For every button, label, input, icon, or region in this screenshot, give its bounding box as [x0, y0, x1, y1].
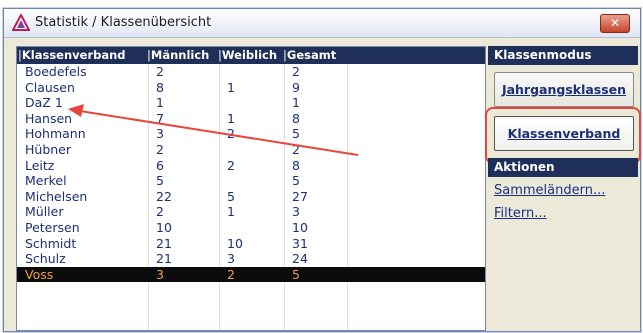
statistik-window: Statistik / Klassenübersicht ✕ Klassenve… — [3, 8, 641, 332]
statistics-table[interactable]: Klassenverband Männlich Weiblich Gesamt … — [16, 46, 486, 331]
cell-gesamt: 1 — [292, 95, 300, 111]
close-button[interactable]: ✕ — [600, 14, 630, 33]
table-row-selected[interactable]: Voss 3 2 5 — [17, 266, 485, 283]
cell-weiblich: 1 — [227, 204, 235, 220]
cell-maennlich: 22 — [156, 188, 172, 204]
cell-weiblich: 2 — [227, 266, 235, 282]
cell-klassenverband: Hansen — [25, 110, 73, 126]
column-header-maennlich[interactable]: Männlich — [147, 48, 209, 62]
cell-klassenverband: Hohmann — [25, 126, 86, 142]
mode-section-header: Klassenmodus — [488, 46, 638, 65]
table-row[interactable]: Leitz 6 2 8 — [17, 158, 485, 174]
table-row[interactable]: DaZ 1 1 1 — [17, 95, 485, 111]
table-body: Boedefels 2 2 Clausen 8 1 9 DaZ 1 1 1 Hansen 7 1 8 Hoh… — [17, 64, 485, 283]
cell-weiblich: 5 — [227, 188, 235, 204]
table-row[interactable]: Merkel 5 5 — [17, 173, 485, 189]
table-row[interactable]: Schulz 21 3 24 — [17, 251, 485, 267]
cell-weiblich: 10 — [227, 235, 243, 251]
cell-maennlich: 10 — [156, 219, 172, 235]
cell-maennlich: 21 — [156, 251, 172, 267]
cell-maennlich: 2 — [156, 64, 164, 79]
cell-gesamt: 8 — [292, 157, 300, 173]
cell-maennlich: 3 — [156, 126, 164, 142]
cell-maennlich: 1 — [156, 95, 164, 111]
cell-gesamt: 2 — [292, 141, 300, 157]
filtern-link[interactable]: Filtern... — [494, 206, 547, 221]
column-header-weiblich[interactable]: Weiblich — [218, 48, 277, 62]
cell-maennlich: 5 — [156, 173, 164, 189]
cell-weiblich: 3 — [227, 251, 235, 267]
table-row[interactable]: Hübner 2 2 — [17, 142, 485, 158]
table-header: Klassenverband Männlich Weiblich Gesamt — [17, 47, 485, 64]
cell-klassenverband: Leitz — [25, 157, 55, 173]
cell-klassenverband: Petersen — [25, 219, 80, 235]
cell-klassenverband: DaZ 1 — [25, 95, 63, 111]
column-header-gesamt[interactable]: Gesamt — [283, 48, 336, 62]
cell-klassenverband: Müller — [25, 204, 64, 220]
cell-gesamt: 2 — [292, 64, 300, 79]
app-triangle-icon — [12, 14, 30, 31]
sammelaendern-link[interactable]: Sammeländern... — [494, 183, 605, 198]
actions-section-header: Aktionen — [488, 158, 638, 177]
table-row[interactable]: Hansen 7 1 8 — [17, 111, 485, 127]
cell-maennlich: 7 — [156, 110, 164, 126]
cell-klassenverband: Boedefels — [25, 64, 87, 79]
table-row[interactable]: Petersen 10 10 — [17, 220, 485, 236]
cell-maennlich: 8 — [156, 79, 164, 95]
cell-gesamt: 9 — [292, 79, 300, 95]
cell-klassenverband: Clausen — [25, 79, 75, 95]
jahrgangsklassen-button[interactable]: Jahrgangsklassen — [494, 72, 634, 107]
cell-klassenverband: Schulz — [25, 251, 66, 267]
cell-weiblich: 1 — [227, 79, 235, 95]
cell-weiblich: 2 — [227, 157, 235, 173]
cell-gesamt: 8 — [292, 110, 300, 126]
window-title: Statistik / Klassenübersicht — [35, 15, 212, 30]
cell-gesamt: 5 — [292, 266, 300, 282]
cell-gesamt: 31 — [292, 235, 308, 251]
cell-weiblich: 2 — [227, 126, 235, 142]
table-row[interactable]: Boedefels 2 2 — [17, 64, 485, 80]
cell-gesamt: 3 — [292, 204, 300, 220]
column-header-klassenverband[interactable]: Klassenverband — [18, 48, 126, 62]
cell-maennlich: 2 — [156, 141, 164, 157]
cell-maennlich: 3 — [156, 266, 164, 282]
right-panel: Klassenmodus Jahrgangsklassen Klassenver… — [485, 46, 641, 329]
cell-klassenverband: Voss — [25, 266, 54, 282]
cell-gesamt: 27 — [292, 188, 308, 204]
table-row[interactable]: Schmidt 21 10 31 — [17, 236, 485, 252]
cell-gesamt: 5 — [292, 173, 300, 189]
table-row[interactable]: Clausen 8 1 9 — [17, 80, 485, 96]
cell-klassenverband: Hübner — [25, 141, 72, 157]
cell-weiblich: 1 — [227, 110, 235, 126]
table-row[interactable]: Hohmann 3 2 5 — [17, 126, 485, 142]
cell-klassenverband: Michelsen — [25, 188, 88, 204]
cell-gesamt: 24 — [292, 251, 308, 267]
cell-gesamt: 5 — [292, 126, 300, 142]
cell-maennlich: 6 — [156, 157, 164, 173]
cell-gesamt: 10 — [292, 219, 308, 235]
cell-maennlich: 21 — [156, 235, 172, 251]
table-row[interactable]: Michelsen 22 5 27 — [17, 189, 485, 205]
cell-klassenverband: Merkel — [25, 173, 67, 189]
title-bar[interactable]: Statistik / Klassenübersicht ✕ — [4, 9, 640, 38]
cell-klassenverband: Schmidt — [25, 235, 77, 251]
klassenverband-button[interactable]: Klassenverband — [494, 116, 634, 151]
table-row[interactable]: Müller 2 1 3 — [17, 204, 485, 220]
cell-maennlich: 2 — [156, 204, 164, 220]
